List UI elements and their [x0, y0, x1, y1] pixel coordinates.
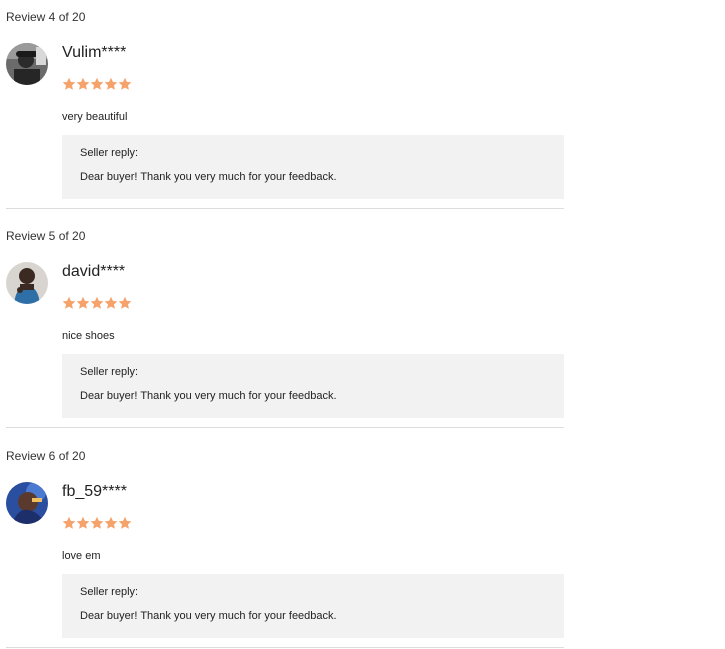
- star-icon: [104, 77, 118, 91]
- avatar[interactable]: [6, 262, 48, 304]
- star-icon: [62, 516, 76, 530]
- review-counter: Review 6 of 20: [6, 449, 86, 463]
- review-counter: Review 5 of 20: [6, 229, 86, 243]
- reviewer-name: fb_59****: [62, 483, 127, 500]
- reviewer-name: david****: [62, 263, 126, 280]
- star-icon: [90, 516, 104, 530]
- star-icon: [76, 516, 90, 530]
- star-icon: [118, 296, 132, 310]
- review-item: Review 6 of 20 fb_59**** love em Seller …: [0, 449, 564, 649]
- review-item: Review 4 of 20 Vulim**** very beautiful …: [0, 10, 564, 210]
- seller-reply-label: Seller reply:: [80, 586, 139, 598]
- review-counter: Review 4 of 20: [6, 10, 86, 24]
- star-icon: [90, 296, 104, 310]
- star-icon: [76, 77, 90, 91]
- star-icon: [118, 516, 132, 530]
- seller-reply: Seller reply: Dear buyer! Thank you very…: [62, 574, 564, 638]
- star-rating: [62, 296, 132, 310]
- review-text: nice shoes: [62, 330, 115, 342]
- divider: [6, 427, 564, 428]
- seller-reply-text: Dear buyer! Thank you very much for your…: [80, 610, 337, 622]
- seller-reply: Seller reply: Dear buyer! Thank you very…: [62, 354, 564, 418]
- star-rating: [62, 516, 132, 530]
- divider: [6, 647, 564, 648]
- seller-reply-label: Seller reply:: [80, 366, 139, 378]
- star-icon: [76, 296, 90, 310]
- avatar[interactable]: [6, 482, 48, 524]
- review-item: Review 5 of 20 david**** nice shoes Sell…: [0, 229, 564, 429]
- seller-reply-text: Dear buyer! Thank you very much for your…: [80, 390, 337, 402]
- avatar[interactable]: [6, 43, 48, 85]
- star-icon: [104, 296, 118, 310]
- review-text: very beautiful: [62, 111, 128, 123]
- star-icon: [90, 77, 104, 91]
- star-icon: [118, 77, 132, 91]
- star-icon: [62, 77, 76, 91]
- reviewer-name: Vulim****: [62, 44, 127, 61]
- star-rating: [62, 77, 132, 91]
- divider: [6, 208, 564, 209]
- review-text: love em: [62, 550, 101, 562]
- star-icon: [62, 296, 76, 310]
- seller-reply: Seller reply: Dear buyer! Thank you very…: [62, 135, 564, 199]
- seller-reply-label: Seller reply:: [80, 147, 139, 159]
- seller-reply-text: Dear buyer! Thank you very much for your…: [80, 171, 337, 183]
- star-icon: [104, 516, 118, 530]
